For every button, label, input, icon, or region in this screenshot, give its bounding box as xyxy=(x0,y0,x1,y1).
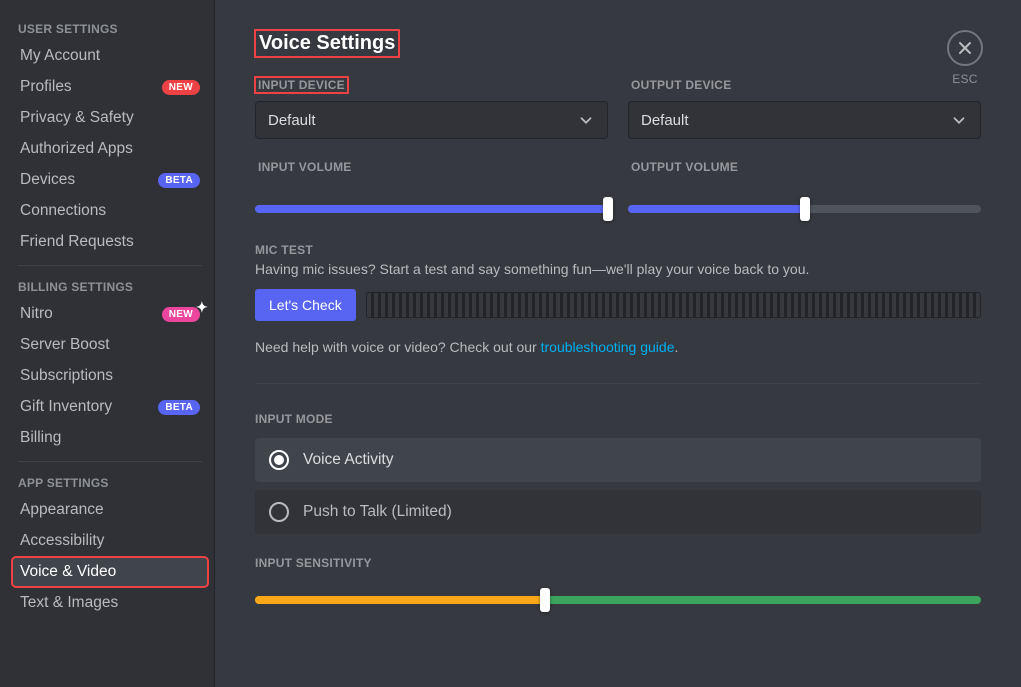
input-mode-push-to-talk[interactable]: Push to Talk (Limited) xyxy=(255,490,981,534)
sidebar-item-accessibility[interactable]: Accessibility xyxy=(12,526,208,556)
sidebar-item-devices[interactable]: Devices BETA xyxy=(12,165,208,195)
new-badge: NEW✦ xyxy=(162,307,200,322)
sidebar-divider xyxy=(18,265,202,266)
slider-fill xyxy=(628,205,805,213)
radio-label: Voice Activity xyxy=(303,451,393,469)
sidebar-item-profiles[interactable]: Profiles NEW xyxy=(12,72,208,102)
sidebar-item-label: Connections xyxy=(20,202,106,220)
sidebar-item-connections[interactable]: Connections xyxy=(12,196,208,226)
input-sensitivity-header: INPUT SENSITIVITY xyxy=(255,556,981,570)
esc-label: ESC xyxy=(947,72,983,86)
sidebar-item-label: Billing xyxy=(20,429,61,447)
settings-content: ESC Voice Settings INPUT DEVICE Default … xyxy=(215,0,1021,687)
sidebar-item-gift-inventory[interactable]: Gift Inventory BETA xyxy=(12,392,208,422)
sidebar-item-label: Accessibility xyxy=(20,532,104,550)
sidebar-item-authorized-apps[interactable]: Authorized Apps xyxy=(12,134,208,164)
divider xyxy=(255,383,981,384)
sidebar-section-app-header: APP SETTINGS xyxy=(12,470,208,494)
sidebar-item-label: Authorized Apps xyxy=(20,140,133,158)
troubleshooting-link[interactable]: troubleshooting guide xyxy=(541,339,675,355)
sidebar-item-label: My Account xyxy=(20,47,100,65)
chevron-down-icon xyxy=(950,111,968,129)
slider-left-fill xyxy=(255,596,545,604)
sidebar-item-label: Friend Requests xyxy=(20,233,134,251)
sidebar-item-label: Nitro xyxy=(20,305,53,323)
mic-test-header: MIC TEST xyxy=(255,243,981,257)
sidebar-item-subscriptions[interactable]: Subscriptions xyxy=(12,361,208,391)
sidebar-divider xyxy=(18,461,202,462)
slider-thumb[interactable] xyxy=(800,197,810,221)
input-mode-voice-activity[interactable]: Voice Activity xyxy=(255,438,981,482)
input-volume-slider[interactable] xyxy=(255,205,608,213)
sidebar-item-label: Gift Inventory xyxy=(20,398,112,416)
mic-test-button[interactable]: Let's Check xyxy=(255,289,356,321)
sidebar-section-user-header: USER SETTINGS xyxy=(12,16,208,40)
output-device-label: OUTPUT DEVICE xyxy=(628,77,734,93)
sidebar-section-billing-header: BILLING SETTINGS xyxy=(12,274,208,298)
radio-label: Push to Talk (Limited) xyxy=(303,503,452,521)
help-line: Need help with voice or video? Check out… xyxy=(255,339,981,355)
beta-badge: BETA xyxy=(158,400,200,415)
sidebar-item-label: Server Boost xyxy=(20,336,110,354)
slider-thumb[interactable] xyxy=(603,197,613,221)
sidebar-item-billing[interactable]: Billing xyxy=(12,423,208,453)
close-area: ESC xyxy=(947,30,983,86)
input-volume-label: INPUT VOLUME xyxy=(255,159,355,175)
output-device-value: Default xyxy=(641,112,689,129)
sparkle-icon: ✦ xyxy=(196,299,208,316)
input-device-select[interactable]: Default xyxy=(255,101,608,139)
input-sensitivity-slider[interactable] xyxy=(255,596,981,604)
settings-sidebar: USER SETTINGS My Account Profiles NEW Pri… xyxy=(0,0,215,687)
sidebar-item-nitro[interactable]: Nitro NEW✦ xyxy=(12,299,208,329)
radio-icon xyxy=(269,502,289,522)
sidebar-item-appearance[interactable]: Appearance xyxy=(12,495,208,525)
sidebar-item-server-boost[interactable]: Server Boost xyxy=(12,330,208,360)
sidebar-item-voice-video[interactable]: Voice & Video xyxy=(12,557,208,587)
sidebar-item-my-account[interactable]: My Account xyxy=(12,41,208,71)
beta-badge: BETA xyxy=(158,173,200,188)
output-volume-label: OUTPUT VOLUME xyxy=(628,159,741,175)
sidebar-item-label: Privacy & Safety xyxy=(20,109,134,127)
output-device-select[interactable]: Default xyxy=(628,101,981,139)
sidebar-item-privacy-safety[interactable]: Privacy & Safety xyxy=(12,103,208,133)
chevron-down-icon xyxy=(577,111,595,129)
sidebar-item-label: Profiles xyxy=(20,78,72,96)
close-icon xyxy=(957,40,973,56)
sidebar-item-label: Text & Images xyxy=(20,594,118,612)
sidebar-item-label: Appearance xyxy=(20,501,104,519)
sidebar-item-label: Voice & Video xyxy=(20,563,116,581)
output-volume-slider[interactable] xyxy=(628,205,981,213)
sidebar-item-text-images[interactable]: Text & Images xyxy=(12,588,208,618)
radio-icon xyxy=(269,450,289,470)
close-button[interactable] xyxy=(947,30,983,66)
input-device-value: Default xyxy=(268,112,316,129)
new-badge: NEW xyxy=(162,80,200,95)
mic-test-helper: Having mic issues? Start a test and say … xyxy=(255,261,981,277)
sidebar-item-label: Subscriptions xyxy=(20,367,113,385)
mic-level-meter xyxy=(366,292,981,318)
sidebar-item-friend-requests[interactable]: Friend Requests xyxy=(12,227,208,257)
input-mode-header: INPUT MODE xyxy=(255,412,981,426)
page-title: Voice Settings xyxy=(255,30,399,57)
slider-fill xyxy=(255,205,608,213)
sidebar-item-label: Devices xyxy=(20,171,75,189)
slider-thumb[interactable] xyxy=(540,588,550,612)
input-device-label: INPUT DEVICE xyxy=(255,77,348,93)
